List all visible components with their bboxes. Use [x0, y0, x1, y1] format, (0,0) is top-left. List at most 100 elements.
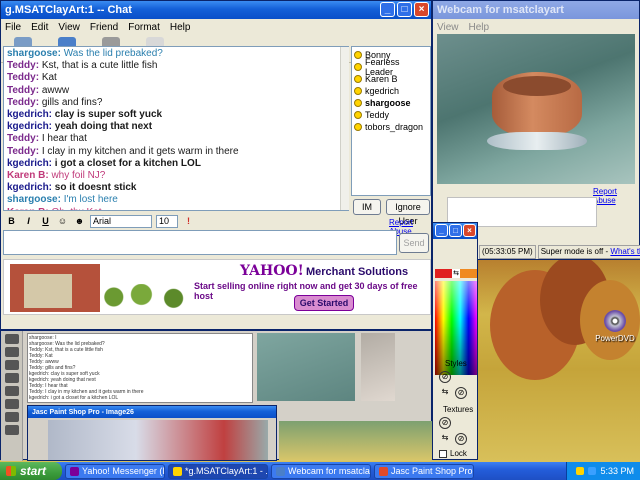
audible-icon[interactable]: ☻ — [73, 215, 86, 228]
smiley-icon — [354, 51, 362, 59]
psp-inner-canvas[interactable] — [48, 420, 268, 460]
message-nick: Teddy: — [7, 84, 42, 96]
tool-icon[interactable] — [5, 399, 19, 409]
message-text: so it doesnt stick — [54, 182, 137, 194]
webcam-titlebar[interactable]: Webcam for msatclayart — [433, 1, 639, 19]
palette-titlebar[interactable]: _ □ × — [433, 223, 477, 239]
alert-icon[interactable]: ! — [182, 215, 195, 228]
message-text: gills and fins? — [41, 96, 103, 108]
psp-inner-titlebar[interactable]: Jasc Paint Shop Pro - Image26 — [28, 406, 276, 418]
minimize-button[interactable]: _ — [435, 224, 448, 237]
user-name: shargoose — [365, 98, 411, 108]
webcam-report-abuse-link[interactable]: Report Abuse — [593, 187, 639, 205]
swap-textures-icon[interactable]: ⇆ — [439, 433, 451, 445]
message-text: i got a closet for a kitchen LOL — [54, 157, 201, 169]
italic-button[interactable]: I — [22, 215, 35, 228]
texture-none-icon[interactable]: ⊘ — [455, 433, 467, 445]
menu-item-friend[interactable]: Friend — [90, 22, 118, 33]
user-list-item[interactable]: kgedrich — [354, 85, 428, 97]
psp-image-chat-capture[interactable]: shargoose: Ishargoose: Was the lid preba… — [27, 333, 253, 403]
menu-item-file[interactable]: File — [5, 22, 21, 33]
style-none-icon[interactable]: ⊘ — [439, 371, 451, 383]
chat-title: g.MSATClayArt:1 -- Chat — [5, 4, 132, 16]
menu-item-help[interactable]: Help — [170, 22, 191, 33]
font-select[interactable]: Arial — [90, 214, 152, 228]
minimize-button[interactable]: _ — [380, 2, 395, 17]
whats-this-link[interactable]: What's this? — [610, 247, 640, 256]
message-nick: shargoose: — [7, 48, 64, 59]
user-list-item[interactable]: Fearless Leader — [354, 57, 428, 77]
get-started-button[interactable]: Get Started — [294, 295, 354, 311]
tool-icon[interactable] — [5, 334, 19, 344]
user-list-item[interactable]: Teddy — [354, 109, 428, 121]
start-button[interactable]: start — [0, 462, 62, 480]
maximize-button[interactable]: □ — [397, 2, 412, 17]
messenger-tray-icon[interactable] — [576, 467, 585, 475]
tool-icon[interactable] — [5, 386, 19, 396]
start-label: start — [20, 464, 47, 478]
psp-inner-window[interactable]: Jasc Paint Shop Pro - Image26 — [27, 405, 277, 461]
message-scrollbar[interactable] — [340, 47, 349, 210]
taskbar-task[interactable]: *g.MSATClayArt:1 - ... — [168, 463, 268, 479]
tool-icon[interactable] — [5, 412, 19, 422]
taskbar-task[interactable]: Yahoo! Messenger (I... — [65, 463, 165, 479]
message-text: I clay in my kitchen and it gets warm in… — [41, 145, 239, 157]
powerdvd-desktop-icon[interactable]: PowerDVD — [594, 310, 636, 343]
maximize-button[interactable]: □ — [449, 224, 462, 237]
swap-styles-icon[interactable]: ⇆ — [439, 387, 451, 399]
lock-label: Lock — [450, 449, 467, 458]
texture-none-icon[interactable]: ⊘ — [439, 417, 451, 429]
menu-item-view[interactable]: View — [437, 22, 459, 33]
clock[interactable]: 5:33 PM — [600, 466, 634, 476]
lock-checkbox[interactable] — [439, 449, 447, 458]
menu-item-edit[interactable]: Edit — [31, 22, 48, 33]
tool-icon[interactable] — [5, 425, 19, 435]
yahoo-ad-banner[interactable]: YAHOO! Merchant Solutions Start selling … — [3, 259, 431, 315]
tool-icon[interactable] — [5, 347, 19, 357]
task-app-icon — [173, 466, 182, 476]
font-size-select[interactable]: 10 — [156, 214, 178, 228]
psp-image-webcam[interactable] — [257, 333, 355, 401]
user-list-item[interactable]: shargoose — [354, 97, 428, 109]
user-name: Teddy — [365, 110, 390, 120]
paint-shop-pro-window: shargoose: Ishargoose: Was the lid preba… — [0, 330, 433, 461]
message-text: I'm lost here — [63, 194, 118, 206]
chat-message: kgedrich: clay is super soft yuck — [7, 109, 345, 121]
send-button[interactable]: Send — [399, 233, 429, 253]
taskbar-task[interactable]: Webcam for msatclay... — [271, 463, 371, 479]
bold-button[interactable]: B — [5, 215, 18, 228]
foil-image — [487, 132, 587, 150]
menu-item-view[interactable]: View — [58, 22, 80, 33]
tool-icon[interactable] — [5, 373, 19, 383]
background-swatch[interactable] — [460, 269, 477, 278]
foreground-swatch[interactable] — [435, 269, 452, 278]
user-list-item[interactable]: tobors_dragon — [354, 121, 428, 133]
chat-titlebar[interactable]: g.MSATClayArt:1 -- Chat _ □ × — [1, 1, 431, 19]
menu-item-format[interactable]: Format — [128, 22, 160, 33]
lock-option[interactable]: Lock — [439, 449, 467, 458]
psp-image-webcam-thumb[interactable] — [361, 333, 395, 401]
powerdvd-label: PowerDVD — [595, 334, 635, 343]
textures-row: ⇆ ⊘ — [439, 433, 467, 445]
underline-button[interactable]: U — [39, 215, 52, 228]
styles-row: ⊘ — [439, 371, 451, 383]
chat-message: kgedrich: so it doesnt stick — [7, 182, 345, 194]
swap-icon[interactable]: ⇆ — [452, 269, 460, 278]
emoticon-icon[interactable]: ☺ — [56, 215, 69, 228]
styles-row: ⇆ ⊘ — [439, 387, 467, 399]
style-none-icon[interactable]: ⊘ — [455, 387, 467, 399]
taskbar-task[interactable]: Jasc Paint Shop Pro - ... — [374, 463, 474, 479]
chat-window: g.MSATClayArt:1 -- Chat _ □ × File Edit Vi… — [0, 0, 432, 330]
psp-tool-palette[interactable] — [1, 331, 23, 461]
task-label: Webcam for msatclay... — [288, 465, 370, 476]
network-tray-icon[interactable] — [588, 467, 597, 475]
message-text: Was the lid prebaked? — [63, 48, 163, 59]
close-button[interactable]: × — [414, 2, 429, 17]
message-input[interactable] — [3, 230, 397, 255]
user-name: Karen B — [365, 74, 398, 84]
tool-icon[interactable] — [5, 360, 19, 370]
menu-item-help[interactable]: Help — [469, 22, 490, 33]
swatch-row[interactable]: ⇆ — [435, 269, 477, 278]
chat-message: Teddy: Kst, that is a cute little fish — [7, 60, 345, 72]
close-button[interactable]: × — [463, 224, 476, 237]
